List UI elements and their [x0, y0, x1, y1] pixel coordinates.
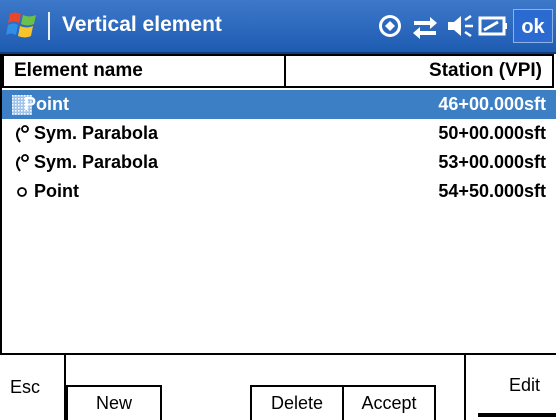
parabola-icon: [16, 125, 29, 143]
table-row[interactable]: Sym. Parabola 53+00.000sft: [0, 148, 556, 177]
network-icon[interactable]: [410, 12, 440, 40]
table-row[interactable]: Point 54+50.000sft: [0, 177, 556, 206]
edit-button[interactable]: Edit: [464, 355, 556, 420]
column-header-station[interactable]: Station (VPI): [284, 54, 554, 88]
row-element-name: Point: [24, 94, 69, 114]
title-bar: Vertical element ok: [0, 0, 556, 54]
edit-underline: [478, 413, 556, 417]
row-element-name: Point: [34, 181, 79, 201]
list-border: [0, 54, 2, 354]
windows-start-icon[interactable]: [6, 8, 40, 42]
volume-icon[interactable]: [446, 12, 476, 40]
table-row[interactable]: Sym. Parabola 50+00.000sft: [0, 119, 556, 148]
row-station: 54+50.000sft: [438, 181, 546, 201]
accept-button[interactable]: Accept: [342, 385, 436, 420]
parabola-icon: [16, 154, 29, 172]
ok-button[interactable]: ok: [513, 9, 553, 43]
column-header-element-name[interactable]: Element name: [2, 54, 286, 88]
window-title: Vertical element: [62, 13, 222, 36]
element-list: Point 46+00.000sft Sym. Parabola 50+00.0…: [0, 90, 556, 206]
delete-button[interactable]: Delete: [250, 385, 344, 420]
row-station: 50+00.000sft: [438, 123, 546, 143]
table-row[interactable]: Point 46+00.000sft: [0, 90, 556, 119]
grid-header: Element name Station (VPI): [0, 54, 556, 92]
point-icon: [17, 187, 27, 197]
new-button[interactable]: New: [66, 385, 162, 420]
bottom-button-bar: Esc New Delete Accept Edit: [0, 353, 556, 420]
row-station: 53+00.000sft: [438, 152, 546, 172]
row-station: 46+00.000sft: [438, 94, 546, 114]
battery-icon[interactable]: [478, 12, 508, 40]
esc-button[interactable]: Esc: [0, 355, 66, 420]
sync-icon[interactable]: [376, 12, 404, 40]
title-separator: [48, 12, 50, 40]
row-element-name: Sym. Parabola: [34, 123, 159, 143]
row-element-name: Sym. Parabola: [34, 152, 159, 172]
